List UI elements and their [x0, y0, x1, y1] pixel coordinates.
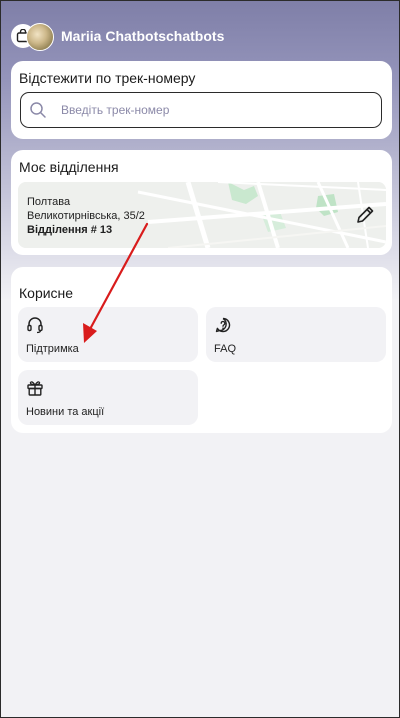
username: Mariia Chatbotschatbots [61, 28, 225, 44]
search-icon [29, 101, 47, 119]
branch-street: Великотирнівська, 35/2 [27, 210, 145, 222]
faq-tile[interactable]: FAQ [206, 307, 386, 362]
branch-title: Моє відділення [19, 159, 119, 175]
branch-address: Полтава Великотирнівська, 35/2 Відділенн… [27, 195, 145, 237]
useful-card: Корисне Підтримка FAQ Новини та акції [11, 267, 392, 433]
news-label: Новини та акції [26, 406, 105, 418]
pencil-icon[interactable] [354, 204, 376, 226]
support-label: Підтримка [26, 343, 79, 355]
avatar-group [11, 21, 54, 51]
branch-map[interactable]: Полтава Великотирнівська, 35/2 Відділенн… [18, 182, 386, 248]
useful-title: Корисне [19, 285, 74, 301]
question-chat-icon [214, 316, 232, 334]
news-tile[interactable]: Новини та акції [18, 370, 198, 425]
faq-label: FAQ [214, 343, 237, 355]
track-title: Відстежити по трек-номеру [19, 70, 196, 86]
support-tile[interactable]: Підтримка [18, 307, 198, 362]
track-card: Відстежити по трек-номеру Введіть трек-н… [11, 61, 392, 139]
branch-number: Відділення # 13 [27, 224, 113, 236]
my-branch-card: Моє відділення Полтава Великотирнівська,… [11, 150, 392, 255]
search-placeholder: Введіть трек-номер [61, 103, 170, 117]
gift-icon [26, 379, 44, 397]
avatar [26, 23, 54, 51]
headset-icon [26, 316, 44, 334]
track-search-input[interactable]: Введіть трек-номер [20, 92, 382, 128]
branch-city: Полтава [27, 196, 71, 208]
profile-header[interactable]: Mariia Chatbotschatbots [11, 21, 224, 51]
app-screen: Mariia Chatbotschatbots Відстежити по тр… [0, 0, 400, 718]
